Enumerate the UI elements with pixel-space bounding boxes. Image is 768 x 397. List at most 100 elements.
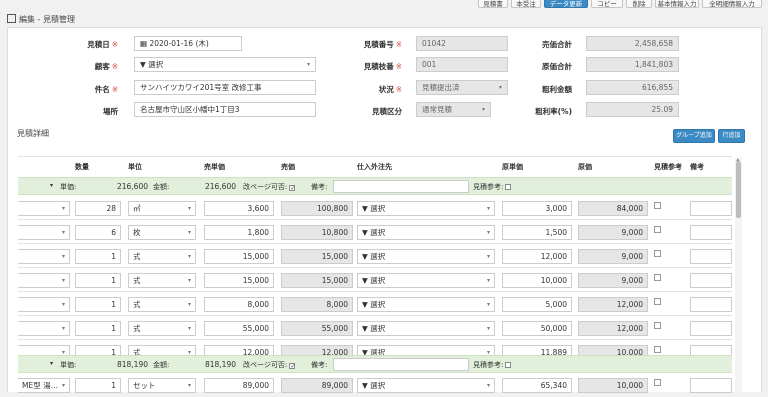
chevron-down-icon: ▾ (481, 106, 485, 113)
unit-select[interactable]: 式 ▾ (128, 273, 196, 288)
copy-button[interactable]: コピー (591, 0, 623, 8)
category-label: 見積区分 (372, 107, 402, 116)
sale-price-input[interactable]: 89,000 (204, 378, 274, 393)
cost-price-input[interactable]: 50,000 (502, 321, 572, 336)
ref-checkbox[interactable] (654, 322, 661, 329)
sale-price-input[interactable]: 15,000 (204, 249, 274, 264)
vendor-select[interactable]: ▼ 選択 ▾ (357, 273, 495, 288)
item-select[interactable]: ▾ (18, 297, 70, 312)
page-break-checkbox[interactable]: ✓ (289, 185, 295, 192)
update-data-button[interactable]: データ更新 (544, 0, 588, 8)
group-ref-checkbox[interactable] (505, 184, 512, 190)
vendor-select[interactable]: ▼ 選択 ▾ (357, 297, 495, 312)
note-input[interactable] (690, 297, 732, 312)
qty-input[interactable]: 1 (75, 321, 121, 336)
qty-input[interactable]: 1 (75, 297, 121, 312)
col-ref: 見積参考 (654, 163, 682, 171)
estimate-no-label: 見積番号 ※ (363, 40, 402, 49)
group-unit-price-label: 単価: (60, 183, 77, 191)
chevron-down-icon: ▾ (187, 277, 191, 284)
chevron-down-icon: ▾ (61, 229, 65, 236)
group-unit-price: 216,600 (116, 182, 148, 191)
all-details-button[interactable]: 全明細情報入力 (702, 0, 762, 8)
ref-checkbox[interactable] (654, 298, 661, 305)
customer-select[interactable]: ▼ 選択 ▾ (134, 57, 316, 72)
cost-amount: 12,000 (578, 321, 648, 336)
ref-checkbox[interactable] (654, 274, 661, 281)
chevron-down-icon[interactable]: ▾ (50, 182, 53, 189)
category-select[interactable]: 通常見積 ▾ (416, 102, 491, 117)
note-input[interactable] (690, 201, 732, 216)
unit-select[interactable]: 式 ▾ (128, 297, 196, 312)
unit-select[interactable]: 枚 ▾ (128, 225, 196, 240)
item-select[interactable]: ▾ (18, 321, 70, 336)
vendor-select[interactable]: ▼ 選択 ▾ (357, 321, 495, 336)
col-sales: 売価 (281, 163, 295, 171)
sale-price-input[interactable]: 15,000 (204, 273, 274, 288)
order-button[interactable]: 本受注 (511, 0, 541, 8)
qty-input[interactable]: 28 (75, 201, 121, 216)
ref-checkbox[interactable] (654, 202, 661, 209)
subject-label: 件名 ※ (94, 85, 118, 94)
item-select[interactable]: ▾ (18, 225, 70, 240)
status-select[interactable]: 見積提出済 ▾ (416, 80, 508, 95)
cost-price-input[interactable]: 3,000 (502, 201, 572, 216)
table-row: ▾ 1 式 ▾ 8,000 8,000 ▼ 選択 ▾ 5,000 12,000 (18, 293, 732, 316)
qty-input[interactable]: 1 (75, 273, 121, 288)
chevron-down-icon[interactable]: ▾ (50, 360, 53, 367)
add-row-button[interactable]: 行追加 (718, 129, 745, 143)
delete-button[interactable]: 削除 (626, 0, 652, 8)
cost-price-input[interactable]: 10,000 (502, 273, 572, 288)
ref-checkbox[interactable] (654, 226, 661, 233)
estimate-sheet-button[interactable]: 見積書 (478, 0, 508, 8)
item-select[interactable]: ▾ (18, 201, 70, 216)
sale-price-input[interactable]: 1,800 (204, 225, 274, 240)
cost-price-input[interactable]: 12,000 (502, 249, 572, 264)
cost-price-input[interactable]: 5,000 (502, 297, 572, 312)
note-input[interactable] (690, 249, 732, 264)
qty-input[interactable]: 6 (75, 225, 121, 240)
ref-checkbox[interactable] (654, 250, 661, 257)
ref-checkbox[interactable] (654, 346, 661, 353)
note-input[interactable] (690, 321, 732, 336)
group-note-input[interactable] (333, 180, 469, 193)
vendor-select[interactable]: ▼ 選択 ▾ (357, 201, 495, 216)
group-amount-label: 金額: (153, 361, 170, 369)
sales-amount: 100,800 (281, 201, 353, 216)
unit-select[interactable]: セット ▾ (128, 378, 196, 393)
scrollbar-thumb[interactable] (736, 162, 741, 218)
unit-select[interactable]: 式 ▾ (128, 321, 196, 336)
item-select[interactable]: ▾ (18, 273, 70, 288)
group-row: ▾ 単価: 216,600 金額: 216,600 改ページ可否: ✓ 備考: 見積参考: (18, 177, 732, 195)
note-input[interactable] (690, 378, 732, 393)
item-select[interactable]: ME型 湯… ▾ (18, 378, 70, 393)
note-input[interactable] (690, 273, 732, 288)
vendor-select[interactable]: ▼ 選択 ▾ (357, 225, 495, 240)
qty-input[interactable]: 1 (75, 378, 121, 393)
vendor-select[interactable]: ▼ 選択 ▾ (357, 378, 495, 393)
sale-price-input[interactable]: 3,600 (204, 201, 274, 216)
unit-select[interactable]: 式 ▾ (128, 249, 196, 264)
location-input[interactable]: 名古屋市守山区小幡中1丁目3 (134, 102, 316, 117)
group-ref-label: 見積参考: (473, 360, 512, 370)
subject-input[interactable]: サンハイツカワイ201号室 改修工事 (134, 80, 316, 95)
cost-price-input[interactable]: 1,500 (502, 225, 572, 240)
gross-rate-field: 25.09 (586, 102, 679, 117)
vendor-select[interactable]: ▼ 選択 ▾ (357, 249, 495, 264)
group-row: ▾ 単価: 818,190 金額: 818,190 改ページ可否: ✓ 備考: 見積参考: (18, 355, 732, 373)
add-group-button[interactable]: グループ追加 (673, 129, 715, 143)
group-ref-checkbox[interactable] (505, 362, 512, 368)
ref-checkbox[interactable] (654, 379, 661, 386)
qty-input[interactable]: 1 (75, 249, 121, 264)
sale-price-input[interactable]: 8,000 (204, 297, 274, 312)
estimate-date-field[interactable]: ▦ 2020-01-16 (木) (134, 36, 242, 51)
item-select[interactable]: ▾ (18, 249, 70, 264)
scrollbar[interactable]: ▲ (735, 157, 742, 392)
unit-select[interactable]: ㎡ ▾ (128, 201, 196, 216)
page-break-checkbox[interactable]: ✓ (289, 363, 295, 370)
sale-price-input[interactable]: 55,000 (204, 321, 274, 336)
group-note-input[interactable] (333, 358, 469, 371)
basic-info-button[interactable]: 基本情報入力 (655, 0, 699, 8)
cost-price-input[interactable]: 65,340 (502, 378, 572, 393)
note-input[interactable] (690, 225, 732, 240)
